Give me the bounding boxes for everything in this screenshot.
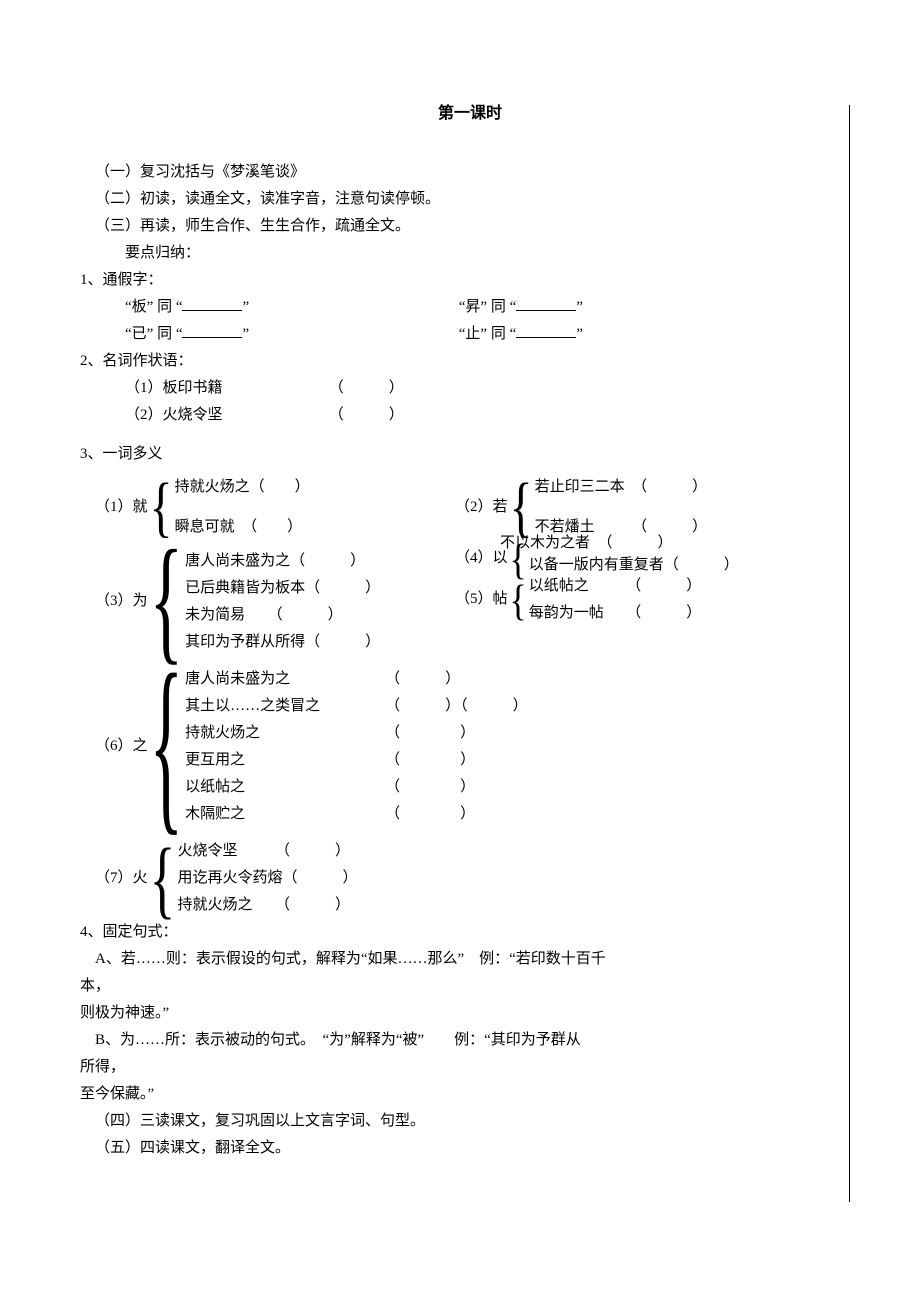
blank [182,295,242,311]
p2-item-1: （1）板印书籍 （ ） [125,375,860,402]
blank [182,322,242,338]
blank [516,295,576,311]
tongjia-row-2: “已” 同 “” “止” 同 “” [125,321,860,348]
polysemy-row-1-2: （1）就 { 持就火炀之（ ） 瞬息可就 （ ） （2）若 { 若止印三二本 （… [80,468,860,548]
vertical-rule [849,105,850,1202]
point-4-title: 4、固定句式： [80,919,860,946]
point-1-title: 1、通假字： [80,267,860,294]
polysemy-6: （6）之 { 唐人尚未盛为之（ ）其土以……之类冒之（ ）（ ）持就火炀之（ ）… [95,666,860,828]
keypoints-label: 要点归纳： [125,240,860,267]
p2-item-2: （2）火烧令坚 （ ） [125,402,860,429]
p4-b-line3: 至今保藏。” [80,1081,860,1108]
list-item: 更互用之（ ） [185,747,528,774]
tongjia-row-1: “板” 同 “” “昇” 同 “” [125,294,860,321]
point-2-title: 2、名词作状语： [80,348,860,375]
point-3-title: 3、一词多义 [80,441,860,468]
section-1: （一）复习沈括与《梦溪笔谈》 [95,159,860,186]
section-3: （三）再读，师生合作、生生合作，疏通全文。 [95,213,860,240]
section-2: （二）初读，读通全文，读准字音，注意句读停顿。 [95,186,860,213]
polysemy-row-3-4-5: （3）为 { 唐人尚未盛为之（ ） 已后典籍皆为板本（ ） 未为简易 （ ） 其… [80,548,860,656]
section-4: （四）三读课文，复习巩固以上文言字词、句型。 [95,1108,860,1135]
p4-b-line1: B、为……所：表示被动的句式。 “为”解释为“被” 例：“其印为予群从 [95,1027,860,1054]
list-item: 木隔贮之（ ） [185,801,528,828]
list-item: 以纸帖之（ ） [185,774,528,801]
polysemy-7: （7）火 { 火烧令坚 （ ） 用讫再火令药熔（ ） 持就火炀之 （ ） [95,838,860,919]
p4-b-line2: 所得， [80,1054,860,1081]
section-5: （五）四读课文，翻译全文。 [95,1135,860,1162]
p4-a-line1: A、若……则：表示假设的句式，解释为“如果……那么” 例：“若印数十百千 [95,946,860,973]
p4-a-line2: 本， [80,973,860,1000]
list-item: 持就火炀之（ ） [185,720,528,747]
brace-icon: { [148,813,178,943]
brace-icon: { [508,567,529,632]
list-item: 唐人尚未盛为之（ ） [185,666,528,693]
p4-a-line3: 则极为神速。” [80,1000,860,1027]
blank [516,322,576,338]
list-item: 其土以……之类冒之（ ）（ ） [185,693,528,720]
page-title: 第一课时 [80,100,860,129]
